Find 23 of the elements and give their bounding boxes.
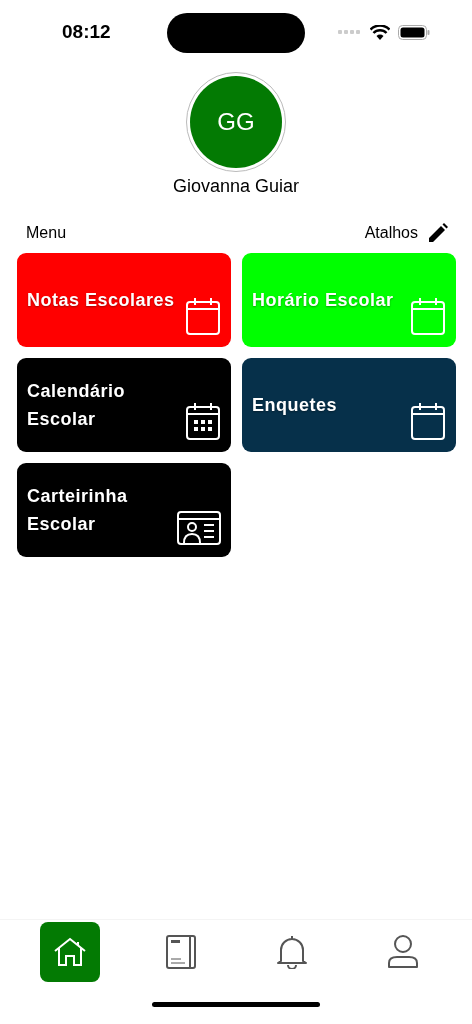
- battery-icon: [398, 24, 430, 40]
- bell-icon: [275, 935, 308, 969]
- shortcuts-button[interactable]: Atalhos: [364, 223, 448, 243]
- status-time: 08:12: [62, 21, 111, 43]
- menu-tile[interactable]: Carteirinha Escolar: [17, 463, 231, 557]
- calendar-icon: [410, 297, 446, 335]
- calendar-icon: [410, 402, 446, 440]
- pencil-icon: [428, 223, 448, 243]
- menu-tile[interactable]: Calendário Escolar: [17, 358, 231, 452]
- calendar-icon: [185, 297, 221, 335]
- menu-tile[interactable]: Notas Escolares: [17, 253, 231, 347]
- signal-icon: [338, 30, 362, 34]
- tab-button[interactable]: [39, 922, 100, 982]
- avatar: GG: [190, 76, 282, 168]
- profile-icon: [387, 935, 418, 969]
- calendar-icon: [185, 402, 221, 440]
- id-card-icon: [177, 511, 221, 545]
- wifi-icon: [370, 24, 390, 40]
- user-name: Giovanna Guiar: [172, 176, 300, 197]
- home-icon: [52, 937, 87, 967]
- section-title: Menu: [26, 224, 67, 242]
- menu-tile[interactable]: Enquetes: [242, 358, 456, 452]
- book-icon: [165, 935, 196, 969]
